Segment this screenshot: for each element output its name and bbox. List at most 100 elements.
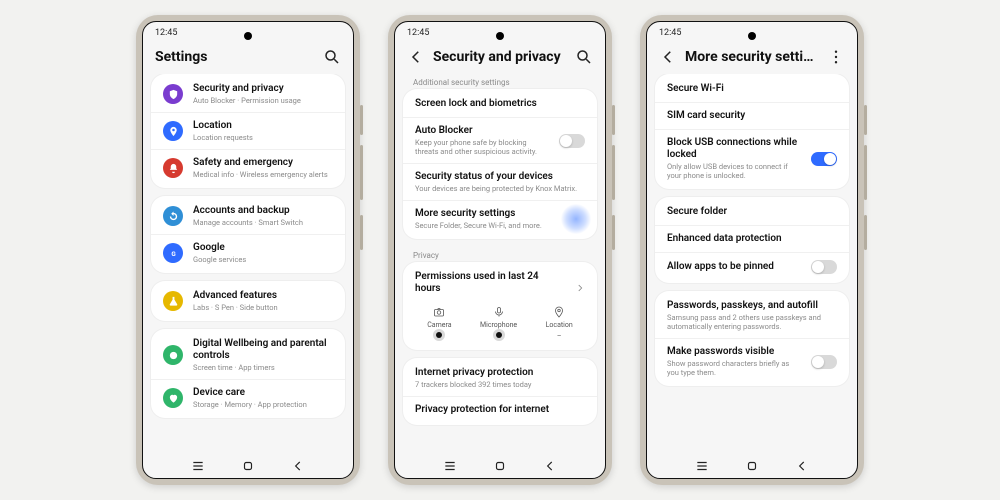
nav-back-icon[interactable] — [291, 458, 305, 472]
row-subtitle: Samsung pass and 2 others use passkeys a… — [667, 313, 837, 331]
row-title: SIM card security — [667, 110, 837, 122]
header: Settings — [143, 44, 353, 74]
nav-bar — [647, 452, 857, 478]
active-dot — [496, 332, 502, 338]
row-securewifi[interactable]: Secure Wi-Fi — [655, 76, 849, 102]
settings-row-advanced[interactable]: Advanced featuresLabs · S Pen · Side but… — [151, 283, 345, 319]
settings-row-security[interactable]: Security and privacyAuto Blocker · Permi… — [151, 76, 345, 112]
mic-icon — [493, 306, 505, 318]
row-title: Screen lock and biometrics — [415, 98, 585, 110]
back-icon[interactable] — [407, 48, 425, 66]
camera-hole — [748, 32, 756, 40]
settings-card: Digital Wellbeing and parental controlsS… — [151, 329, 345, 418]
row-title: Block USB connections while locked — [667, 137, 801, 161]
row-subtitle: Only allow USB devices to connect if you… — [667, 162, 801, 180]
heart-icon — [163, 388, 183, 408]
clock: 12:45 — [407, 28, 429, 38]
settings-card: Secure folder Enhanced data protection All… — [655, 197, 849, 283]
row-showpw[interactable]: Make passwords visibleShow password char… — [655, 338, 849, 384]
pin-icon — [553, 306, 565, 318]
row-subtitle: Screen time · App timers — [193, 363, 333, 372]
row-title: Accounts and backup — [193, 205, 333, 217]
row-subtitle: Show password characters briefly as you … — [667, 359, 801, 377]
row-simsecurity[interactable]: SIM card security — [655, 102, 849, 129]
row-passwords[interactable]: Passwords, passkeys, and autofillSamsung… — [655, 293, 849, 338]
svg-text:G: G — [171, 249, 176, 257]
row-enhanced[interactable]: Enhanced data protection — [655, 225, 849, 252]
row-title: Digital Wellbeing and parental controls — [193, 338, 333, 362]
circle-icon — [163, 345, 183, 365]
row-securitystatus[interactable]: Security status of your devicesYour devi… — [403, 163, 597, 200]
page-title: Settings — [155, 49, 315, 65]
search-icon[interactable] — [323, 48, 341, 66]
row-title: Security status of your devices — [415, 171, 585, 183]
settings-row-google[interactable]: G GoogleGoogle services — [151, 234, 345, 271]
toggle-blockusb[interactable] — [811, 152, 837, 166]
row-autoblocker[interactable]: Auto BlockerKeep your phone safe by bloc… — [403, 117, 597, 163]
row-subtitle: Labs · S Pen · Side button — [193, 303, 333, 312]
nav-home-icon[interactable] — [493, 458, 507, 472]
row-title: Safety and emergency — [193, 157, 333, 169]
page-title: More security settings — [685, 49, 819, 65]
row-subtitle: Secure Folder, Secure Wi-Fi, and more. — [415, 221, 585, 230]
row-title: Device care — [193, 387, 333, 399]
perm-microphone[interactable]: Microphone — [480, 306, 517, 340]
phone-frame-3: 12:45 More security settings Secure Wi-F… — [640, 15, 864, 485]
nav-home-icon[interactable] — [241, 458, 255, 472]
row-subtitle: Keep your phone safe by blocking threats… — [415, 138, 549, 156]
row-subtitle: Manage accounts · Smart Switch — [193, 218, 333, 227]
camera-icon — [433, 306, 445, 318]
nav-recents-icon[interactable] — [695, 458, 709, 472]
privacy-card: Permissions used in last 24 hours Camera M… — [403, 262, 597, 350]
row-title: Google — [193, 242, 333, 254]
nav-home-icon[interactable] — [745, 458, 759, 472]
more-icon[interactable] — [827, 48, 845, 66]
row-title: Enhanced data protection — [667, 233, 837, 245]
row-screenlock[interactable]: Screen lock and biometrics — [403, 91, 597, 117]
settings-row-safety[interactable]: Safety and emergencyMedical info · Wirel… — [151, 149, 345, 186]
toggle-autoblocker[interactable] — [559, 134, 585, 148]
row-privacyinternet[interactable]: Privacy protection for internet — [403, 396, 597, 423]
row-title: Advanced features — [193, 290, 333, 302]
row-subtitle: 7 trackers blocked 392 times today — [415, 380, 585, 389]
row-internetprivacy[interactable]: Internet privacy protection7 trackers bl… — [403, 360, 597, 396]
g-icon: G — [163, 243, 183, 263]
settings-row-location[interactable]: LocationLocation requests — [151, 112, 345, 149]
settings-card: Secure Wi-Fi SIM card security Block USB c… — [655, 74, 849, 189]
row-title: Location — [193, 120, 333, 132]
bell-icon — [163, 158, 183, 178]
search-icon[interactable] — [575, 48, 593, 66]
row-blockusb[interactable]: Block USB connections while lockedOnly a… — [655, 129, 849, 187]
row-title: Secure Wi-Fi — [667, 83, 837, 95]
nav-recents-icon[interactable] — [443, 458, 457, 472]
settings-row-accounts[interactable]: Accounts and backupManage accounts · Sma… — [151, 198, 345, 234]
settings-row-devicecare[interactable]: Device careStorage · Memory · App protec… — [151, 379, 345, 416]
perm-label: Location — [546, 321, 573, 329]
row-pinapps[interactable]: Allow apps to be pinned — [655, 252, 849, 281]
nav-back-icon[interactable] — [795, 458, 809, 472]
row-title: Internet privacy protection — [415, 367, 585, 379]
row-securefolder[interactable]: Secure folder — [655, 199, 849, 225]
flask-icon — [163, 291, 183, 311]
row-title: Privacy protection for internet — [415, 404, 585, 416]
header: Security and privacy — [395, 44, 605, 74]
row-permissions[interactable]: Permissions used in last 24 hours — [403, 264, 597, 302]
nav-bar — [395, 452, 605, 478]
nav-back-icon[interactable] — [543, 458, 557, 472]
row-title: Make passwords visible — [667, 346, 801, 358]
nav-recents-icon[interactable] — [191, 458, 205, 472]
settings-row-wellbeing[interactable]: Digital Wellbeing and parental controlsS… — [151, 331, 345, 379]
row-subtitle: Medical info · Wireless emergency alerts — [193, 170, 333, 179]
active-dot — [436, 332, 442, 338]
header: More security settings — [647, 44, 857, 74]
settings-card: Passwords, passkeys, and autofillSamsung… — [655, 291, 849, 386]
nav-bar — [143, 452, 353, 478]
row-moresecurity[interactable]: More security settingsSecure Folder, Sec… — [403, 200, 597, 237]
back-icon[interactable] — [659, 48, 677, 66]
row-subtitle: Google services — [193, 255, 333, 264]
toggle-pinapps[interactable] — [811, 260, 837, 274]
phone-frame-2: 12:45 Security and privacy Additional se… — [388, 15, 612, 485]
perm-camera[interactable]: Camera — [427, 306, 451, 340]
toggle-showpw[interactable] — [811, 355, 837, 369]
perm-location[interactable]: Location– — [546, 306, 573, 340]
